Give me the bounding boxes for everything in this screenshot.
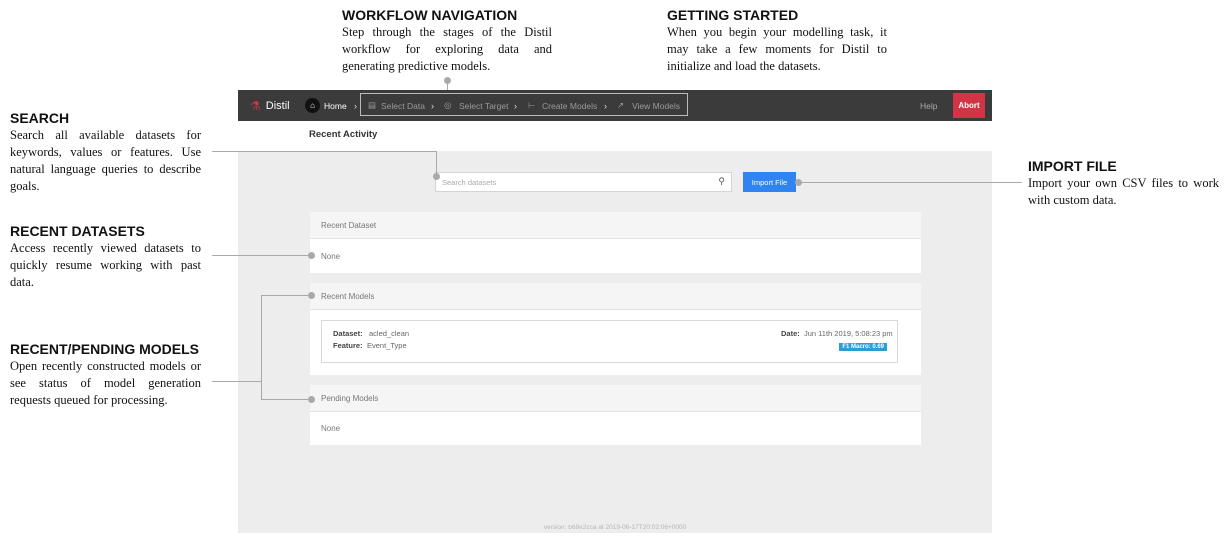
chevron-right-icon: › — [431, 100, 434, 111]
chevron-right-icon: › — [354, 100, 357, 111]
feature-label: Feature: — [333, 341, 363, 350]
recent-datasets-annotation-text: Access recently viewed datasets to quick… — [10, 241, 201, 289]
recent-models-card: Recent Models Dataset: acled_clean Featu… — [310, 283, 921, 375]
distil-app: ⚗ Distil ⌂ Home › ▤ Select Data › ◎ Sele… — [238, 90, 992, 533]
search-annotation-text: Search all available datasets for keywor… — [10, 128, 201, 193]
page-title: Recent Activity — [309, 129, 378, 140]
brand-label: Distil — [265, 99, 290, 112]
nav-step-select-target[interactable]: Select Target — [459, 90, 508, 121]
nav-step-select-data[interactable]: Select Data — [381, 90, 425, 121]
distil-logo-icon: ⚗ — [250, 98, 261, 113]
version-text: version: b68e2cca at 2019-06-17T20:02:06… — [543, 524, 687, 531]
search-placeholder: Search datasets — [442, 178, 497, 187]
getting-started-annotation-text: When you begin your modelling task, it m… — [667, 25, 887, 73]
pending-models-leader-bottom — [261, 399, 311, 400]
recent-dataset-title: Recent Dataset — [310, 212, 921, 239]
recent-models-annotation-title: RECENT/PENDING MODELS — [10, 341, 200, 357]
target-icon: ◎ — [444, 100, 452, 110]
recent-dataset-card: Recent Dataset None — [310, 212, 921, 273]
dataset-label: Dataset: — [333, 329, 363, 338]
search-annotation-title: SEARCH — [10, 110, 70, 126]
recent-datasets-leader-line — [212, 255, 312, 256]
abort-button[interactable]: Abort — [953, 93, 985, 118]
pending-models-leader-dot — [308, 396, 315, 403]
date-label: Date: — [781, 329, 800, 338]
search-input[interactable]: Search datasets ⚲ — [435, 172, 732, 192]
getting-started-annotation-title: GETTING STARTED — [667, 7, 799, 23]
recent-models-annotation-text: Open recently constructed models or see … — [10, 359, 201, 407]
pending-models-empty: None — [321, 424, 341, 433]
search-icon[interactable]: ⚲ — [718, 176, 725, 187]
home-icon[interactable]: ⌂ — [305, 98, 320, 113]
nav-step-create-models[interactable]: Create Models — [542, 90, 597, 121]
document-icon: ▤ — [368, 100, 377, 110]
recent-models-leader-top — [261, 295, 311, 296]
model-icon: ⊢ — [528, 100, 536, 110]
recent-datasets-leader-dot — [308, 252, 315, 259]
import-leader-dot — [795, 179, 802, 186]
recent-model-item[interactable]: Dataset: acled_clean Feature: Event_Type… — [321, 320, 898, 363]
import-file-annotation-text: Import your own CSV files to work with c… — [1028, 176, 1219, 207]
recent-models-leader-vertical — [261, 295, 262, 400]
pending-models-title: Pending Models — [310, 385, 921, 412]
navbar: ⚗ Distil ⌂ Home › ▤ Select Data › ◎ Sele… — [238, 90, 992, 121]
recent-models-leader-dot — [308, 292, 315, 299]
nav-step-view-models[interactable]: View Models — [632, 90, 680, 121]
workflow-annotation-text: Step through the stages of the Distil wo… — [342, 25, 552, 73]
feature-value: Event_Type — [367, 341, 407, 350]
pending-models-card: Pending Models None — [310, 385, 921, 445]
search-leader-line — [212, 151, 437, 152]
import-file-annotation-title: IMPORT FILE — [1028, 158, 1117, 174]
chart-line-icon: ↗ — [617, 100, 625, 110]
help-link[interactable]: Help — [920, 90, 937, 121]
recent-models-leader-line — [212, 381, 262, 382]
recent-dataset-empty: None — [321, 252, 341, 261]
search-leader-dot — [433, 173, 440, 180]
date-value: Jun 11th 2019, 5:08:23 pm — [804, 329, 893, 338]
score-badge: F1 Macro: 0.69 — [839, 343, 887, 351]
import-file-button[interactable]: Import File — [743, 172, 796, 192]
brand[interactable]: ⚗ Distil — [250, 90, 290, 121]
import-leader-line — [797, 182, 1022, 183]
chevron-right-icon: › — [514, 100, 517, 111]
chevron-right-icon: › — [604, 100, 607, 111]
nav-home[interactable]: Home — [324, 90, 347, 121]
workflow-annotation-title: WORKFLOW NAVIGATION — [342, 7, 518, 23]
workflow-leader-dot — [444, 77, 451, 84]
page-header: Recent Activity — [238, 121, 992, 151]
dataset-value: acled_clean — [369, 329, 410, 338]
recent-datasets-annotation-title: RECENT DATASETS — [10, 223, 145, 239]
recent-models-title: Recent Models — [310, 283, 921, 310]
